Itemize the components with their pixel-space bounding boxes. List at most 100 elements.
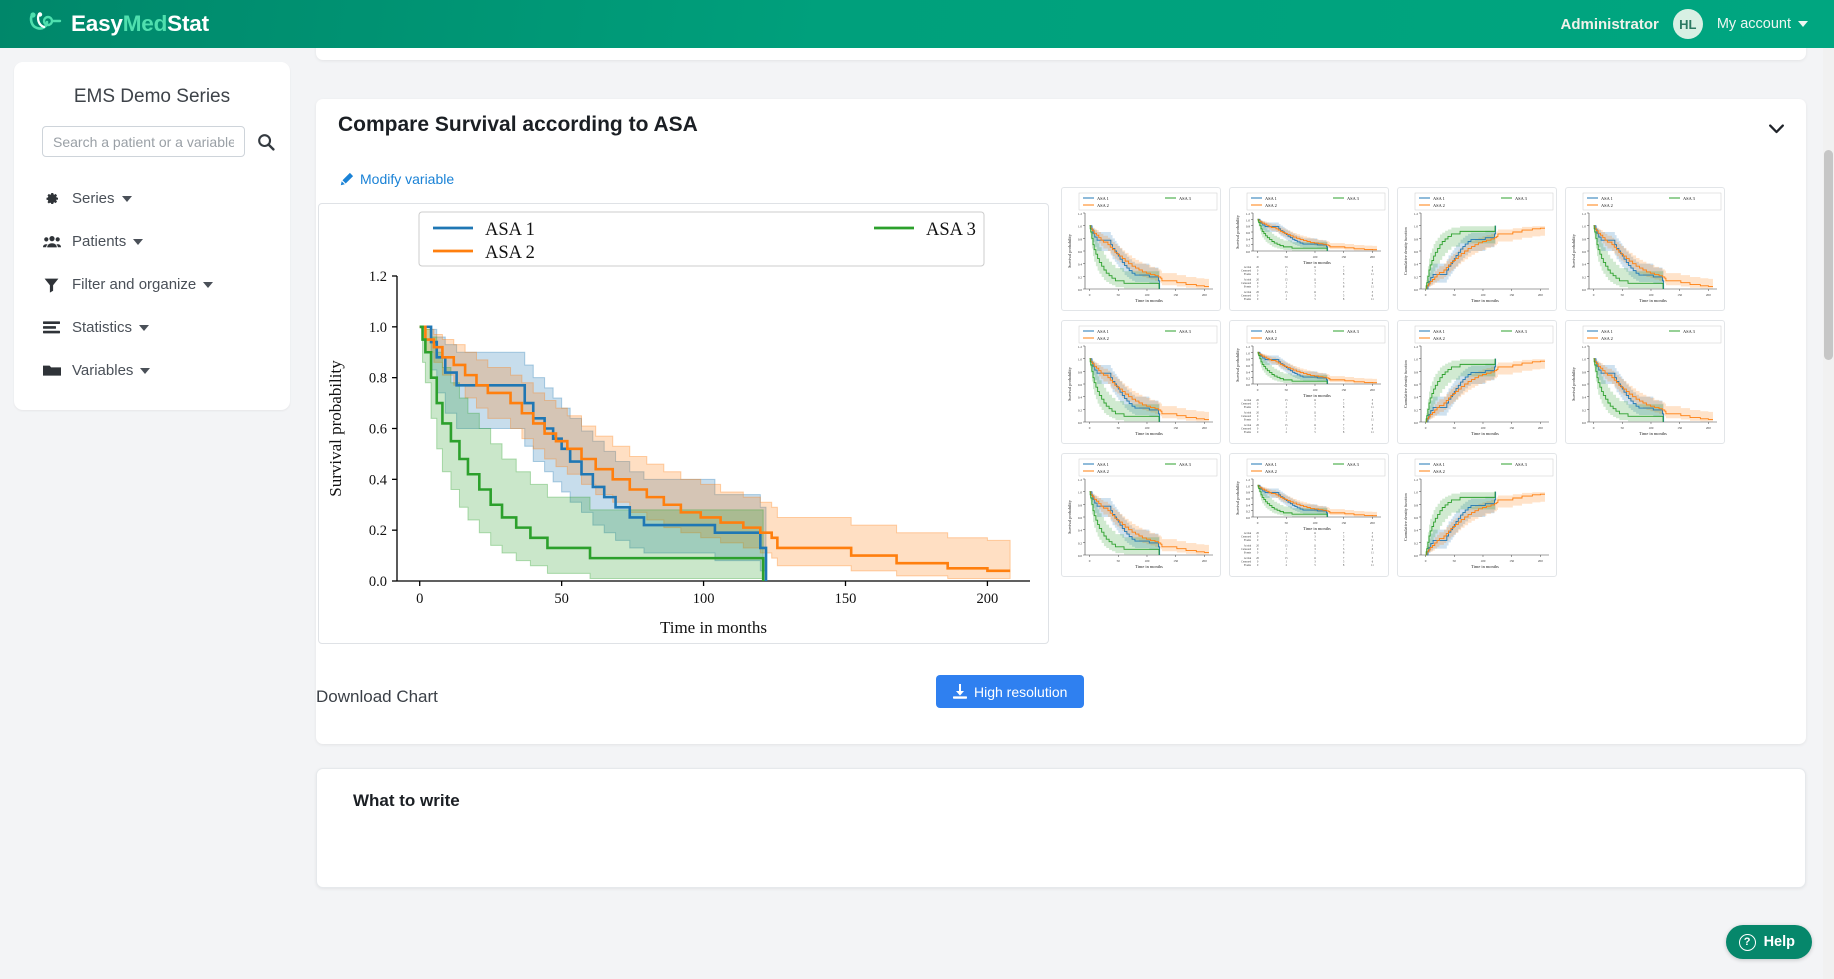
chart-thumbnail[interactable]: 0.0 0.2 0.4 0.6 0.8 1.0 1.2 0 50 100 150 200 Time in… <box>1565 320 1725 444</box>
svg-text:2: 2 <box>1286 298 1288 301</box>
svg-text:15: 15 <box>1285 399 1288 402</box>
svg-text:ASA 1: ASA 1 <box>1433 462 1445 467</box>
svg-text:0: 0 <box>1257 403 1259 406</box>
svg-text:Censored: Censored <box>1241 561 1251 564</box>
svg-text:1: 1 <box>1286 270 1288 273</box>
chart-thumbnail[interactable]: 0.0 0.2 0.4 0.6 0.8 1.0 1.2 0 50 100 150 200 Time in… <box>1061 187 1221 311</box>
navbar-right: Administrator HL My account <box>1561 9 1808 39</box>
svg-text:6: 6 <box>1372 536 1374 539</box>
help-label: Help <box>1763 934 1795 950</box>
svg-text:3: 3 <box>1314 282 1316 285</box>
brand-logo-wrap[interactable]: EasyMedStat <box>28 11 209 37</box>
svg-text:0: 0 <box>1425 426 1427 430</box>
svg-text:2: 2 <box>1286 406 1288 409</box>
chart-variant-thumbnails: 0.0 0.2 0.4 0.6 0.8 1.0 1.2 0 50 100 150 200 Time in… <box>1061 187 1795 687</box>
svg-text:20: 20 <box>1256 291 1259 294</box>
svg-text:0.0: 0.0 <box>1078 288 1082 292</box>
sidebar-item-variables[interactable]: Variables <box>14 355 290 386</box>
svg-text:1: 1 <box>1286 415 1288 418</box>
help-button[interactable]: ? Help <box>1725 925 1812 959</box>
svg-text:1.2: 1.2 <box>1246 345 1250 349</box>
modify-variable-link[interactable]: Modify variable <box>340 171 454 187</box>
svg-text:150: 150 <box>1173 426 1178 430</box>
svg-text:ASA 1: ASA 1 <box>1097 329 1109 334</box>
chart-thumbnail[interactable]: 0.0 0.2 0.4 0.6 0.8 1.0 1.2 0 50 100 150 200 Time in… <box>1397 187 1557 311</box>
svg-text:11: 11 <box>1314 399 1317 402</box>
svg-text:0.6: 0.6 <box>369 422 387 438</box>
svg-text:20: 20 <box>1256 424 1259 427</box>
gear-icon <box>42 191 61 207</box>
svg-text:ASA 1: ASA 1 <box>1433 329 1445 334</box>
svg-text:Events: Events <box>1244 273 1251 276</box>
chart-thumbnail[interactable]: 0.0 0.2 0.4 0.6 0.8 1.0 1.2 0 50 100 150 200 Time in… <box>1229 453 1389 577</box>
sidebar-item-series[interactable]: Series <box>14 183 290 214</box>
search-button[interactable] <box>255 131 277 153</box>
svg-text:0: 0 <box>1425 293 1427 297</box>
sidebar-item-statistics[interactable]: Statistics <box>14 312 290 343</box>
svg-text:2: 2 <box>1286 419 1288 422</box>
svg-text:15: 15 <box>1285 266 1288 269</box>
chart-thumbnail[interactable]: 0.0 0.2 0.4 0.6 0.8 1.0 1.2 0 50 100 150 200 Time in… <box>1061 453 1221 577</box>
svg-text:200: 200 <box>1202 426 1207 430</box>
thumbnail-svg: 0.0 0.2 0.4 0.6 0.8 1.0 1.2 0 50 100 150 200 Time in… <box>1403 325 1554 436</box>
svg-text:20: 20 <box>1256 557 1259 560</box>
search-input[interactable] <box>42 126 245 157</box>
survival-chart[interactable]: 0.0 0.2 0.4 0.6 0.8 1.0 1.2 0 50 100 150 200 Time in… <box>318 203 1049 644</box>
svg-text:0.6: 0.6 <box>1582 383 1586 387</box>
svg-text:1: 1 <box>1286 403 1288 406</box>
chevron-down-icon <box>1769 124 1784 134</box>
svg-text:11: 11 <box>1371 298 1374 301</box>
svg-text:200: 200 <box>1370 255 1375 259</box>
svg-text:ASA 1: ASA 1 <box>1601 329 1613 334</box>
svg-text:1.2: 1.2 <box>1078 345 1082 349</box>
svg-text:1: 1 <box>1286 561 1288 564</box>
svg-text:0: 0 <box>1257 428 1259 431</box>
high-resolution-button[interactable]: High resolution <box>936 675 1085 708</box>
svg-text:0.6: 0.6 <box>1078 250 1082 254</box>
svg-text:20: 20 <box>1256 532 1259 535</box>
svg-text:Survival probability: Survival probability <box>1067 366 1072 401</box>
svg-text:Time in months: Time in months <box>1471 298 1499 303</box>
my-account-menu[interactable]: My account <box>1717 16 1808 32</box>
collapse-toggle[interactable] <box>1769 121 1784 139</box>
chart-thumbnail[interactable]: 0.0 0.2 0.4 0.6 0.8 1.0 1.2 0 50 100 150 200 Time in… <box>1229 320 1389 444</box>
sidebar-item-patients[interactable]: Patients <box>14 226 290 257</box>
svg-text:0: 0 <box>1089 293 1091 297</box>
svg-text:Cumulative density function: Cumulative density function <box>1403 359 1408 408</box>
thumbnail-svg: 0.0 0.2 0.4 0.6 0.8 1.0 1.2 0 50 100 150 200 Time in… <box>1403 192 1554 303</box>
svg-text:0.8: 0.8 <box>1414 237 1418 241</box>
svg-text:7: 7 <box>1343 399 1345 402</box>
svg-text:Censored: Censored <box>1241 295 1251 298</box>
svg-text:3: 3 <box>1372 532 1374 535</box>
svg-text:0.2: 0.2 <box>1414 541 1418 545</box>
chevron-down-icon <box>139 324 150 331</box>
chart-thumbnail[interactable]: 0.0 0.2 0.4 0.6 0.8 1.0 1.2 0 50 100 150 200 Time in… <box>1565 187 1725 311</box>
avatar[interactable]: HL <box>1672 9 1703 39</box>
svg-text:11: 11 <box>1314 545 1317 548</box>
chart-thumbnail[interactable]: 0.0 0.2 0.4 0.6 0.8 1.0 1.2 0 50 100 150 200 Time in… <box>1229 187 1389 311</box>
svg-text:50: 50 <box>1117 293 1121 297</box>
svg-text:100: 100 <box>693 591 715 607</box>
svg-text:Time in months: Time in months <box>1639 298 1667 303</box>
page-scrollbar-thumb[interactable] <box>1824 150 1833 360</box>
svg-text:Cumulative density function: Cumulative density function <box>1403 492 1408 541</box>
download-icon <box>953 684 967 699</box>
svg-text:Cumulative density function: Cumulative density function <box>1403 226 1408 275</box>
svg-text:0: 0 <box>1257 255 1259 259</box>
svg-text:0.4: 0.4 <box>369 472 388 488</box>
svg-text:200: 200 <box>1370 388 1375 392</box>
svg-text:200: 200 <box>1538 426 1543 430</box>
svg-text:200: 200 <box>1706 426 1711 430</box>
svg-text:ASA 3: ASA 3 <box>1179 462 1192 467</box>
svg-text:5: 5 <box>1343 295 1345 298</box>
svg-text:11: 11 <box>1371 419 1374 422</box>
svg-text:1: 1 <box>1286 548 1288 551</box>
chart-thumbnail[interactable]: 0.0 0.2 0.4 0.6 0.8 1.0 1.2 0 50 100 150 200 Time in… <box>1397 320 1557 444</box>
svg-text:Time in months: Time in months <box>1135 298 1163 303</box>
svg-text:100: 100 <box>1145 559 1150 563</box>
sidebar-item-filter-and-organize[interactable]: Filter and organize <box>14 269 290 300</box>
svg-text:0.2: 0.2 <box>1246 244 1250 248</box>
svg-text:0.8: 0.8 <box>1078 370 1082 374</box>
chart-thumbnail[interactable]: 0.0 0.2 0.4 0.6 0.8 1.0 1.2 0 50 100 150 200 Time in… <box>1061 320 1221 444</box>
chart-thumbnail[interactable]: 0.0 0.2 0.4 0.6 0.8 1.0 1.2 0 50 100 150 200 Time in… <box>1397 453 1557 577</box>
